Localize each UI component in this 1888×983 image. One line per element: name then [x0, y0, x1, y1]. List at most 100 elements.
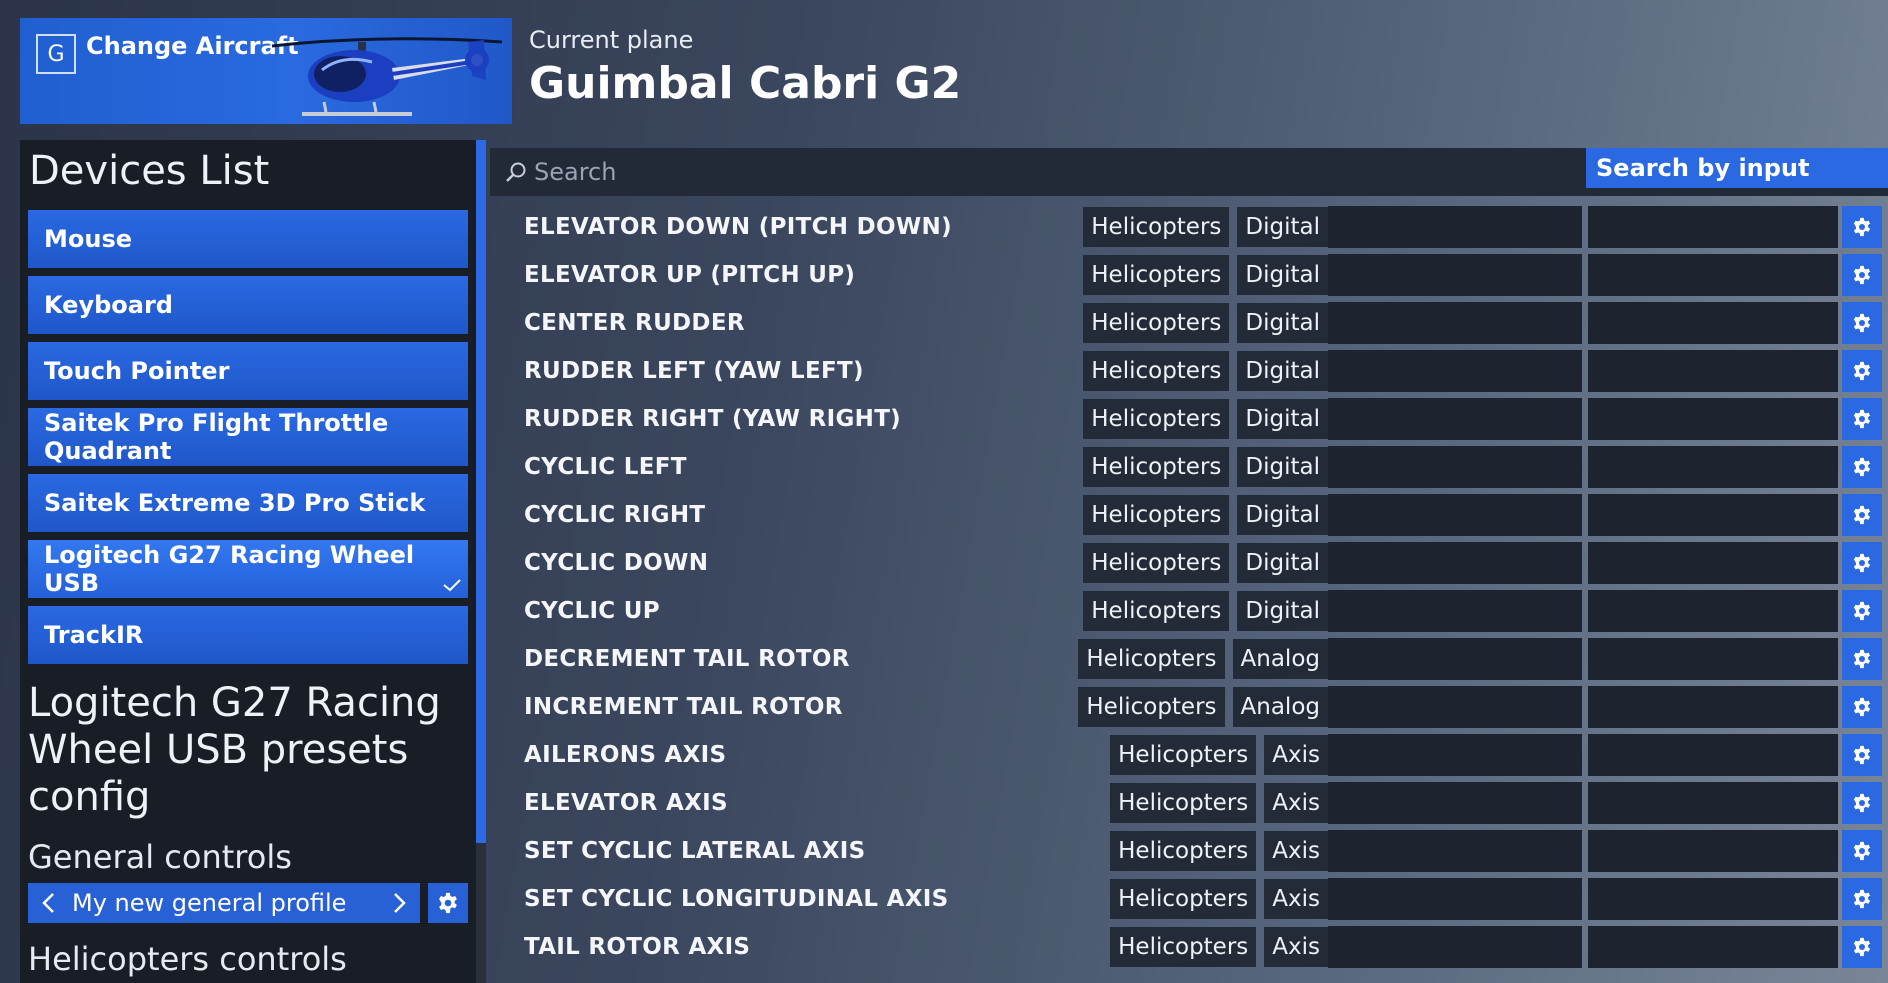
- search-by-input-button[interactable]: Search by input: [1586, 148, 1888, 188]
- primary-input-slot[interactable]: [1328, 446, 1582, 488]
- binding-row-increment-tail-rotor[interactable]: INCREMENT TAIL ROTOR Helicopters Analog: [490, 683, 1888, 731]
- change-aircraft-button[interactable]: G Change Aircraft: [20, 18, 512, 124]
- binding-row-ailerons-axis[interactable]: AILERONS AXIS Helicopters Axis: [490, 731, 1888, 779]
- secondary-input-slot[interactable]: [1588, 494, 1838, 536]
- binding-settings-button[interactable]: [1842, 590, 1882, 632]
- gear-icon: [1853, 889, 1871, 909]
- secondary-input-slot[interactable]: [1588, 926, 1838, 968]
- primary-input-slot[interactable]: [1328, 302, 1582, 344]
- secondary-input-slot[interactable]: [1588, 590, 1838, 632]
- binding-settings-button[interactable]: [1842, 494, 1882, 536]
- category-tag: Helicopters: [1110, 735, 1257, 775]
- secondary-input-slot[interactable]: [1588, 302, 1838, 344]
- binding-name: ELEVATOR AXIS: [524, 790, 728, 816]
- gear-icon: [1853, 937, 1871, 957]
- binding-settings-button[interactable]: [1842, 542, 1882, 584]
- primary-input-slot[interactable]: [1328, 638, 1582, 680]
- secondary-input-slot[interactable]: [1588, 254, 1838, 296]
- general-profile-name: My new general profile: [72, 889, 347, 917]
- device-item-trackir[interactable]: TrackIR: [28, 606, 468, 664]
- binding-settings-button[interactable]: [1842, 350, 1882, 392]
- binding-name: ELEVATOR DOWN (PITCH DOWN): [524, 214, 952, 240]
- binding-settings-button[interactable]: [1842, 446, 1882, 488]
- primary-input-slot[interactable]: [1328, 926, 1582, 968]
- binding-name: TAIL ROTOR AXIS: [524, 934, 751, 960]
- category-tag: Helicopters: [1110, 783, 1257, 823]
- binding-row-decrement-tail-rotor[interactable]: DECREMENT TAIL ROTOR Helicopters Analog: [490, 635, 1888, 683]
- secondary-input-slot[interactable]: [1588, 638, 1838, 680]
- primary-input-slot[interactable]: [1328, 686, 1582, 728]
- binding-settings-button[interactable]: [1842, 398, 1882, 440]
- secondary-input-slot[interactable]: [1588, 878, 1838, 920]
- primary-input-slot[interactable]: [1328, 398, 1582, 440]
- primary-input-slot[interactable]: [1328, 830, 1582, 872]
- gear-icon: [1853, 409, 1871, 429]
- category-tag: Helicopters: [1110, 879, 1257, 919]
- search-icon: [506, 162, 526, 182]
- secondary-input-slot[interactable]: [1588, 830, 1838, 872]
- category-tag: Helicopters: [1083, 255, 1230, 295]
- chevron-right-icon[interactable]: [380, 883, 420, 923]
- secondary-input-slot[interactable]: [1588, 206, 1838, 248]
- binding-row-elevator-up[interactable]: ELEVATOR UP (PITCH UP) Helicopters Digita…: [490, 251, 1888, 299]
- primary-input-slot[interactable]: [1328, 350, 1582, 392]
- device-item-touch-pointer[interactable]: Touch Pointer: [28, 342, 468, 400]
- binding-row-cyclic-lateral-axis[interactable]: SET CYCLIC LATERAL AXIS Helicopters Axis: [490, 827, 1888, 875]
- primary-input-slot[interactable]: [1328, 542, 1582, 584]
- primary-input-slot[interactable]: [1328, 494, 1582, 536]
- sidebar-scrollbar-track[interactable]: [476, 843, 486, 983]
- secondary-input-slot[interactable]: [1588, 446, 1838, 488]
- primary-input-slot[interactable]: [1328, 254, 1582, 296]
- binding-settings-button[interactable]: [1842, 206, 1882, 248]
- binding-row-cyclic-down[interactable]: CYCLIC DOWN Helicopters Digital: [490, 539, 1888, 587]
- primary-input-slot[interactable]: [1328, 206, 1582, 248]
- binding-settings-button[interactable]: [1842, 638, 1882, 680]
- primary-input-slot[interactable]: [1328, 782, 1582, 824]
- binding-settings-button[interactable]: [1842, 878, 1882, 920]
- secondary-input-slot[interactable]: [1588, 398, 1838, 440]
- secondary-input-slot[interactable]: [1588, 686, 1838, 728]
- device-item-saitek-extreme-3d-pro[interactable]: Saitek Extreme 3D Pro Stick: [28, 474, 468, 532]
- device-item-keyboard[interactable]: Keyboard: [28, 276, 468, 334]
- binding-row-cyclic-longitudinal-axis[interactable]: SET CYCLIC LONGITUDINAL AXIS Helicopters…: [490, 875, 1888, 923]
- binding-row-elevator-axis[interactable]: ELEVATOR AXIS Helicopters Axis: [490, 779, 1888, 827]
- general-profile-settings-button[interactable]: [428, 883, 468, 923]
- binding-row-rudder-left[interactable]: RUDDER LEFT (YAW LEFT) Helicopters Digita…: [490, 347, 1888, 395]
- secondary-input-slot[interactable]: [1588, 542, 1838, 584]
- device-item-mouse[interactable]: Mouse: [28, 210, 468, 268]
- binding-row-cyclic-right[interactable]: CYCLIC RIGHT Helicopters Digital: [490, 491, 1888, 539]
- secondary-input-slot[interactable]: [1588, 734, 1838, 776]
- binding-name: AILERONS AXIS: [524, 742, 727, 768]
- binding-settings-button[interactable]: [1842, 734, 1882, 776]
- general-controls-title: General controls: [28, 838, 292, 876]
- category-tag: Helicopters: [1083, 591, 1230, 631]
- binding-settings-button[interactable]: [1842, 254, 1882, 296]
- secondary-input-slot[interactable]: [1588, 350, 1838, 392]
- device-item-saitek-throttle-quadrant[interactable]: Saitek Pro Flight Throttle Quadrant: [28, 408, 468, 466]
- gear-icon: [1853, 745, 1871, 765]
- binding-row-elevator-down[interactable]: ELEVATOR DOWN (PITCH DOWN) Helicopters Di…: [490, 203, 1888, 251]
- binding-row-cyclic-up[interactable]: CYCLIC UP Helicopters Digital: [490, 587, 1888, 635]
- search-input[interactable]: [534, 148, 1534, 196]
- binding-settings-button[interactable]: [1842, 926, 1882, 968]
- binding-settings-button[interactable]: [1842, 830, 1882, 872]
- binding-row-rudder-right[interactable]: RUDDER RIGHT (YAW RIGHT) Helicopters Digi…: [490, 395, 1888, 443]
- helicopters-controls-title: Helicopters controls: [28, 940, 347, 978]
- binding-row-cyclic-left[interactable]: CYCLIC LEFT Helicopters Digital: [490, 443, 1888, 491]
- sidebar-scrollbar-thumb[interactable]: [476, 140, 486, 843]
- binding-settings-button[interactable]: [1842, 782, 1882, 824]
- primary-input-slot[interactable]: [1328, 734, 1582, 776]
- binding-row-center-rudder[interactable]: CENTER RUDDER Helicopters Digital: [490, 299, 1888, 347]
- category-tag: Helicopters: [1078, 687, 1225, 727]
- device-item-logitech-g27[interactable]: Logitech G27 Racing Wheel USB: [28, 540, 468, 598]
- general-profile-selector[interactable]: My new general profile: [28, 883, 420, 923]
- binding-settings-button[interactable]: [1842, 686, 1882, 728]
- binding-settings-button[interactable]: [1842, 302, 1882, 344]
- secondary-input-slot[interactable]: [1588, 782, 1838, 824]
- type-tag: Analog: [1232, 639, 1328, 679]
- primary-input-slot[interactable]: [1328, 590, 1582, 632]
- type-tag: Digital: [1237, 447, 1328, 487]
- binding-row-tail-rotor-axis[interactable]: TAIL ROTOR AXIS Helicopters Axis: [490, 923, 1888, 971]
- primary-input-slot[interactable]: [1328, 878, 1582, 920]
- chevron-left-icon[interactable]: [28, 883, 68, 923]
